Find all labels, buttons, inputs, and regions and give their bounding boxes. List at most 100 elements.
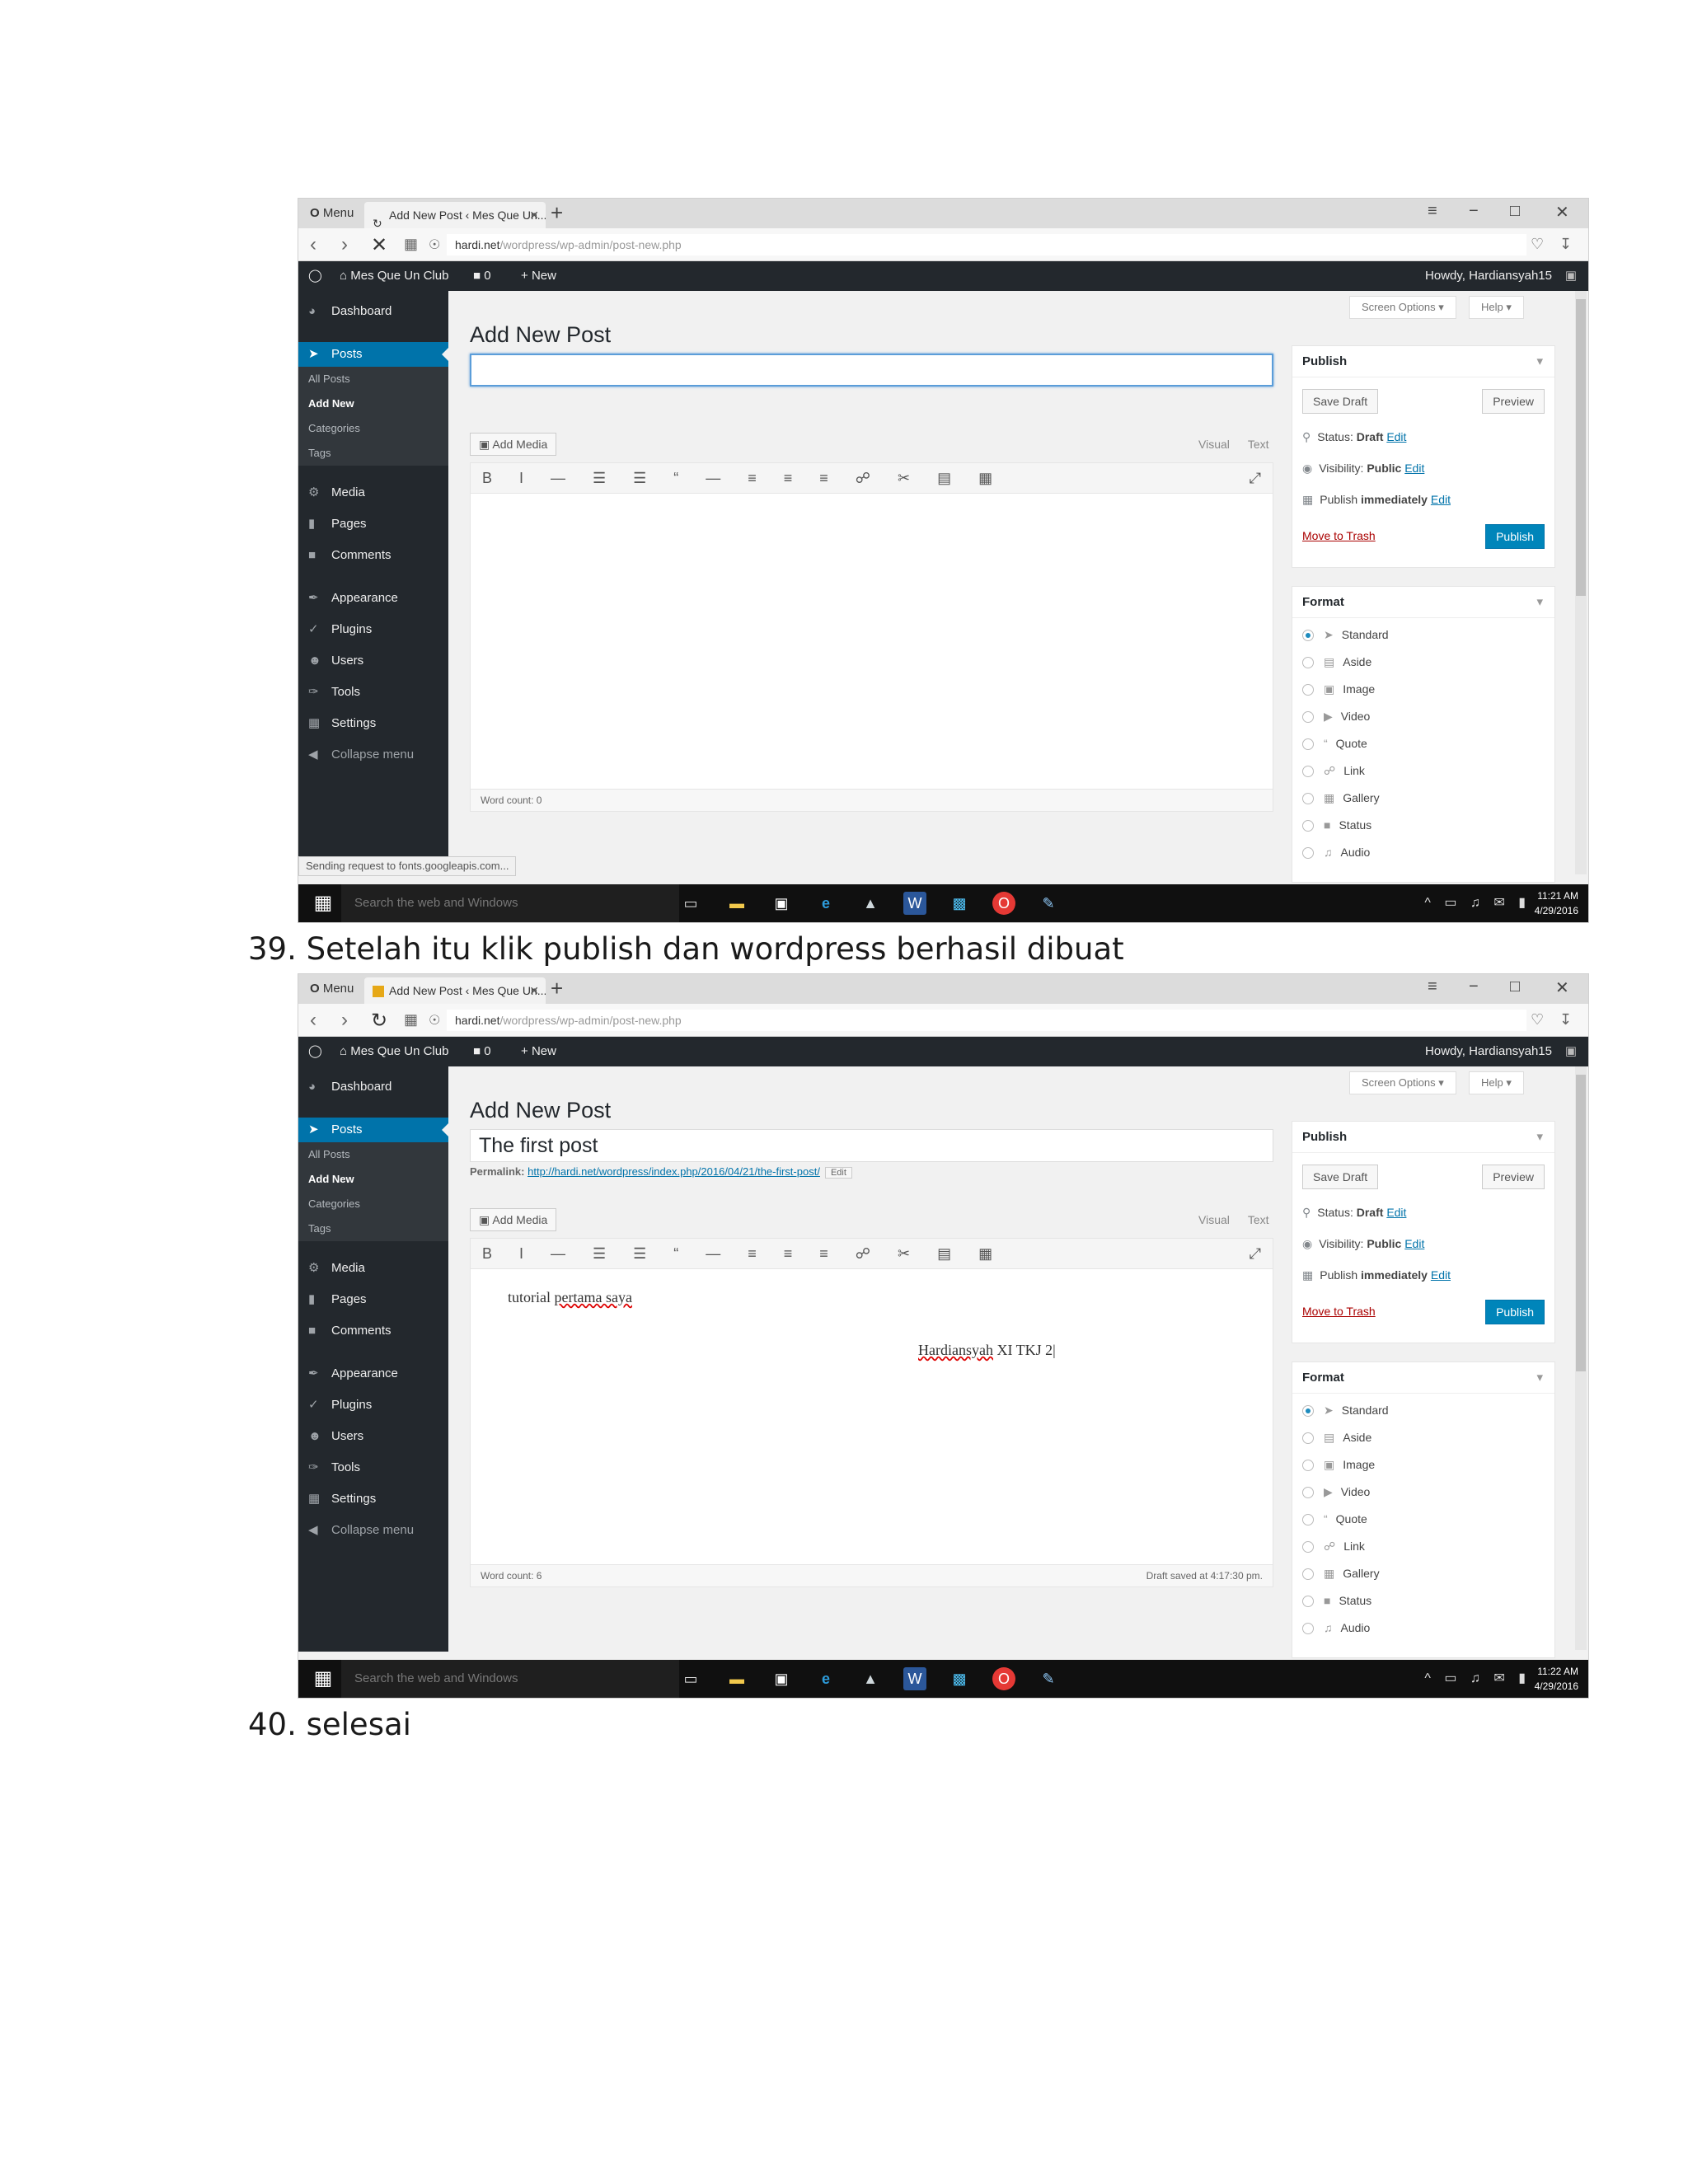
minimize-button[interactable]: − xyxy=(1469,202,1479,221)
format-option-image[interactable]: ▣ Image xyxy=(1302,1458,1375,1472)
scrollbar-thumb[interactable] xyxy=(1576,299,1586,596)
system-tray[interactable]: ^ ▭ ♫ ✉ ▮ xyxy=(1424,884,1531,922)
edge-icon[interactable]: e xyxy=(814,1667,837,1690)
format-option-video[interactable]: ▶ Video xyxy=(1302,1485,1370,1499)
sidebar-item-media[interactable]: ⚙ Media xyxy=(298,480,448,505)
site-name-link[interactable]: ⌂ Mes Que Un Club xyxy=(340,1037,448,1066)
submenu-categories[interactable]: Categories xyxy=(298,1192,448,1216)
taskbar-search-input[interactable]: Search the web and Windows xyxy=(341,1660,679,1698)
sidebar-item-appearance[interactable]: ✒ Appearance xyxy=(298,1361,448,1386)
url-input[interactable]: hardi.net/wordpress/wp-admin/post-new.ph… xyxy=(447,234,1526,255)
screen-options-button[interactable]: Screen Options ▾ xyxy=(1349,296,1456,319)
sidebar-item-pages[interactable]: ▮ Pages xyxy=(298,512,448,537)
sidebar-item-pages[interactable]: ▮ Pages xyxy=(298,1287,448,1312)
tab-menu-icon[interactable]: ≡ xyxy=(1428,202,1437,221)
sidebar-item-appearance[interactable]: ✒ Appearance xyxy=(298,586,448,611)
windows-start-icon[interactable]: ▦ xyxy=(307,1660,340,1698)
howdy-link[interactable]: Howdy, Hardiansyah15 xyxy=(1425,261,1552,291)
maximize-button[interactable]: □ xyxy=(1510,202,1520,221)
task-view-icon[interactable]: ▭ xyxy=(679,1667,702,1690)
toggle-arrow-icon[interactable]: ▾ xyxy=(1536,346,1543,377)
format-box-title[interactable]: Format ▾ xyxy=(1292,587,1554,618)
clock[interactable]: 11:21 AM 4/29/2016 xyxy=(1535,888,1578,918)
format-option-aside[interactable]: ▤ Aside xyxy=(1302,655,1372,669)
sidebar-item-plugins[interactable]: ✓ Plugins xyxy=(298,617,448,642)
opera-icon[interactable]: O xyxy=(992,1667,1015,1690)
format-option-standard[interactable]: ➤ Standard xyxy=(1302,628,1389,642)
sidebar-item-comments[interactable]: ■ Comments xyxy=(298,543,448,568)
edit-schedule-link[interactable]: Edit xyxy=(1431,1268,1451,1282)
format-option-status[interactable]: ■ Status xyxy=(1302,818,1372,832)
editor-toolbar[interactable]: B I — ☰ ☰ “ — ≡ ≡ ≡ ☍ ✂ ▤ ▦ ⤢ xyxy=(470,462,1273,494)
tab-text[interactable]: Text xyxy=(1248,1213,1269,1226)
new-content-link[interactable]: + New xyxy=(521,1037,556,1066)
editor-content-area[interactable] xyxy=(470,493,1273,790)
forward-icon[interactable]: › xyxy=(341,1009,348,1032)
opera-menu-button[interactable]: O Menu xyxy=(303,979,360,999)
edit-visibility-link[interactable]: Edit xyxy=(1404,1237,1424,1250)
app-window-icon[interactable]: ▩ xyxy=(948,1667,971,1690)
edge-icon[interactable]: e xyxy=(814,892,837,915)
edit-status-link[interactable]: Edit xyxy=(1386,1206,1406,1219)
windows-start-icon[interactable]: ▦ xyxy=(307,884,340,922)
download-icon[interactable]: ↧ xyxy=(1559,1011,1572,1029)
close-tab-icon[interactable]: ✕ xyxy=(529,977,539,1004)
save-draft-button[interactable]: Save Draft xyxy=(1302,389,1379,414)
sidebar-item-collapse[interactable]: ◀ Collapse menu xyxy=(298,1518,448,1543)
post-title-input[interactable]: The first post xyxy=(470,1129,1273,1162)
move-to-trash-link[interactable]: Move to Trash xyxy=(1302,529,1376,542)
submenu-add-new[interactable]: Add New xyxy=(298,1167,448,1192)
download-icon[interactable]: ↧ xyxy=(1559,236,1572,253)
task-view-icon[interactable]: ▭ xyxy=(679,892,702,915)
format-option-image[interactable]: ▣ Image xyxy=(1302,682,1375,696)
word-icon[interactable]: W xyxy=(903,1667,926,1690)
app-window-icon[interactable]: ▩ xyxy=(948,892,971,915)
format-option-video[interactable]: ▶ Video xyxy=(1302,710,1370,724)
format-option-audio[interactable]: ♫ Audio xyxy=(1302,1621,1370,1635)
format-option-audio[interactable]: ♫ Audio xyxy=(1302,846,1370,860)
sidebar-item-posts[interactable]: ➤ Posts xyxy=(298,1118,448,1142)
preview-button[interactable]: Preview xyxy=(1482,1165,1545,1189)
format-option-standard[interactable]: ➤ Standard xyxy=(1302,1404,1389,1418)
submenu-tags[interactable]: Tags xyxy=(298,441,448,466)
heart-icon[interactable]: ♡ xyxy=(1531,236,1544,253)
new-tab-button[interactable]: + xyxy=(551,200,563,226)
url-input[interactable]: hardi.net/wordpress/wp-admin/post-new.ph… xyxy=(447,1010,1526,1031)
screen-options-button[interactable]: Screen Options ▾ xyxy=(1349,1071,1456,1094)
speed-dial-icon[interactable]: ▦ xyxy=(404,1011,418,1029)
format-option-aside[interactable]: ▤ Aside xyxy=(1302,1431,1372,1445)
sidebar-item-media[interactable]: ⚙ Media xyxy=(298,1256,448,1281)
sidebar-item-comments[interactable]: ■ Comments xyxy=(298,1319,448,1343)
submenu-tags[interactable]: Tags xyxy=(298,1216,448,1241)
sidebar-item-collapse[interactable]: ◀ Collapse menu xyxy=(298,743,448,767)
forward-icon[interactable]: › xyxy=(341,233,348,256)
publish-button[interactable]: Publish xyxy=(1485,524,1545,549)
file-explorer-icon[interactable]: ▬ xyxy=(725,892,748,915)
sidebar-item-tools[interactable]: ✑ Tools xyxy=(298,680,448,705)
tab-text[interactable]: Text xyxy=(1248,438,1269,451)
fullscreen-icon[interactable]: ⤢ xyxy=(1250,1239,1261,1268)
toggle-arrow-icon[interactable]: ▾ xyxy=(1536,587,1543,618)
tab-visual[interactable]: Visual xyxy=(1198,438,1230,451)
taskbar-search-input[interactable]: Search the web and Windows xyxy=(341,884,679,922)
format-option-gallery[interactable]: ▦ Gallery xyxy=(1302,791,1380,805)
stop-icon[interactable]: ✕ xyxy=(371,233,387,257)
sidebar-item-tools[interactable]: ✑ Tools xyxy=(298,1455,448,1480)
word-icon[interactable]: W xyxy=(903,892,926,915)
radio-selected[interactable] xyxy=(1302,630,1314,642)
edit-schedule-link[interactable]: Edit xyxy=(1431,493,1451,506)
box-app-icon[interactable]: ▲ xyxy=(859,892,882,915)
sidebar-item-settings[interactable]: ▦ Settings xyxy=(298,711,448,736)
save-draft-button[interactable]: Save Draft xyxy=(1302,1165,1379,1189)
editor-toolbar[interactable]: B I — ☰ ☰ “ — ≡ ≡ ≡ ☍ ✂ ▤ ▦ ⤢ xyxy=(470,1238,1273,1269)
wp-logo-icon[interactable]: ◯ xyxy=(308,261,322,291)
back-icon[interactable]: ‹ xyxy=(310,233,316,256)
pen-app-icon[interactable]: ✎ xyxy=(1037,892,1060,915)
tab-menu-icon[interactable]: ≡ xyxy=(1428,977,1437,996)
permalink-edit-button[interactable]: Edit xyxy=(824,1167,852,1179)
format-option-gallery[interactable]: ▦ Gallery xyxy=(1302,1567,1380,1581)
fullscreen-icon[interactable]: ⤢ xyxy=(1250,463,1261,493)
heart-icon[interactable]: ♡ xyxy=(1531,1011,1544,1029)
preview-button[interactable]: Preview xyxy=(1482,389,1545,414)
box-app-icon[interactable]: ▲ xyxy=(859,1667,882,1690)
